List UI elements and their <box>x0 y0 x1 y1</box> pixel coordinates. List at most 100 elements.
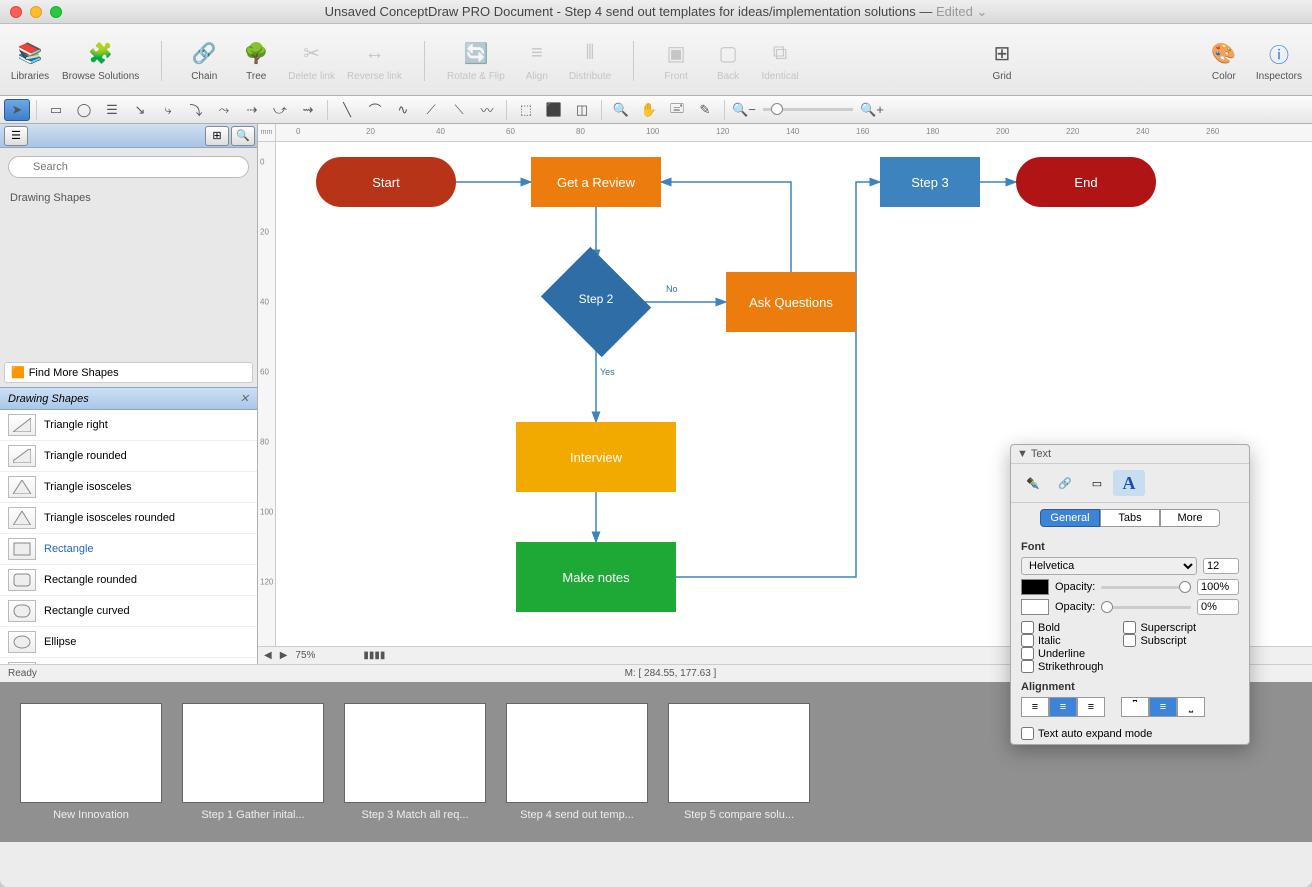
tab-general[interactable]: General <box>1040 509 1100 527</box>
align-middle[interactable]: ≡ <box>1149 697 1177 717</box>
hand-tool[interactable]: ✋ <box>636 99 662 121</box>
connector-tool-7[interactable]: ⇝ <box>295 99 321 121</box>
sidebar-toggle[interactable]: ☰ <box>4 126 28 146</box>
identical-button[interactable]: ⧉Identical <box>760 40 800 82</box>
find-more-shapes-button[interactable]: 🟧 Find More Shapes <box>4 362 253 383</box>
tab-more[interactable]: More <box>1160 509 1220 527</box>
text-inspector[interactable]: ▼ Text ✒️ 🔗 ▭ A General Tabs More Font H… <box>1010 444 1250 745</box>
flowchart-review[interactable]: Get a Review <box>531 157 661 207</box>
palette-header[interactable]: Drawing Shapes ✕ <box>0 387 257 410</box>
link-tab-icon[interactable]: 🔗 <box>1049 470 1081 496</box>
tree-button[interactable]: 🌳Tree <box>236 40 276 82</box>
arc-tool[interactable]: ⌒ <box>362 99 388 121</box>
text-tab-icon[interactable]: A <box>1113 470 1145 496</box>
flowchart-interview[interactable]: Interview <box>516 422 676 492</box>
rect-tool[interactable]: ▭ <box>43 99 69 121</box>
opacity-slider-1[interactable] <box>1101 586 1191 589</box>
eyedropper-tool[interactable]: ✎ <box>692 99 718 121</box>
text-color-swatch[interactable] <box>1021 579 1049 595</box>
inspectors-button[interactable]: ⓘInspectors <box>1256 40 1302 82</box>
flowchart-start[interactable]: Start <box>316 157 456 207</box>
shape-item[interactable]: Triangle isosceles rounded <box>0 503 257 534</box>
connector-tool-1[interactable]: ↘ <box>127 99 153 121</box>
connector-tool-4[interactable]: ⤳ <box>211 99 237 121</box>
zoom-value[interactable]: 75% <box>295 650 315 661</box>
connector-tool-6[interactable]: ⤻ <box>267 99 293 121</box>
tab-tabs[interactable]: Tabs <box>1100 509 1160 527</box>
opacity-value-1[interactable] <box>1197 579 1239 595</box>
zoom-out-button[interactable]: 🔍− <box>731 99 757 121</box>
line-tool[interactable]: ╲ <box>334 99 360 121</box>
zoom-tool[interactable]: 🔍 <box>608 99 634 121</box>
superscript-checkbox[interactable]: Superscript <box>1123 621 1196 634</box>
auto-expand-checkbox[interactable]: Text auto expand mode <box>1021 727 1239 740</box>
color-button[interactable]: 🎨Color <box>1204 40 1244 82</box>
ellipse-tool[interactable]: ◯ <box>71 99 97 121</box>
font-family-select[interactable]: Helvetica <box>1021 557 1197 575</box>
shape-item[interactable]: Ellipse <box>0 627 257 658</box>
back-button[interactable]: ▢Back <box>708 40 748 82</box>
spline-tool[interactable]: 〰 <box>474 99 500 121</box>
font-size-input[interactable] <box>1203 558 1239 574</box>
path-tool[interactable]: ⟋ <box>418 99 444 121</box>
page-thumb[interactable]: Step 3 Match all req... <box>344 703 486 821</box>
connector-tool-3[interactable]: ⤵ <box>183 99 209 121</box>
group-tool-1[interactable]: ⬚ <box>513 99 539 121</box>
shape-item[interactable]: Triangle isosceles <box>0 472 257 503</box>
zoom-icon[interactable] <box>50 6 62 18</box>
page-thumb[interactable]: Step 5 compare solu... <box>668 703 810 821</box>
group-tool-2[interactable]: ⬛ <box>541 99 567 121</box>
reverse-link-button[interactable]: ↔Reverse link <box>347 40 402 82</box>
grid-view-icon[interactable]: ⊞ <box>205 126 229 146</box>
flowchart-ask[interactable]: Ask Questions <box>726 272 856 332</box>
polyline-tool[interactable]: ⟍ <box>446 99 472 121</box>
page-thumb[interactable]: New Innovation <box>20 703 162 821</box>
pointer-tool[interactable]: ➤ <box>4 99 30 121</box>
underline-checkbox[interactable]: Underline <box>1021 647 1103 660</box>
shape-item[interactable]: Rectangle rounded <box>0 565 257 596</box>
rotate-flip-button[interactable]: 🔄Rotate & Flip <box>447 40 505 82</box>
grid-button[interactable]: ⊞Grid <box>982 40 1022 82</box>
align-top[interactable]: ⎴ <box>1121 697 1149 717</box>
align-center[interactable]: ≡ <box>1049 697 1077 717</box>
shape-item[interactable]: Triangle rounded <box>0 441 257 472</box>
connector-tool-2[interactable]: ⤷ <box>155 99 181 121</box>
bold-checkbox[interactable]: Bold <box>1021 621 1103 634</box>
browse-solutions-button[interactable]: 🧩Browse Solutions <box>62 40 139 82</box>
align-button[interactable]: ≡Align <box>517 40 557 82</box>
distribute-button[interactable]: ⫴Distribute <box>569 40 611 82</box>
pen-tab-icon[interactable]: ✒️ <box>1017 470 1049 496</box>
align-bottom[interactable]: ⎵ <box>1177 697 1205 717</box>
group-tool-3[interactable]: ◫ <box>569 99 595 121</box>
libraries-button[interactable]: 📚Libraries <box>10 40 50 82</box>
front-button[interactable]: ▣Front <box>656 40 696 82</box>
shape-item[interactable]: Rectangle curved <box>0 596 257 627</box>
curve-tool[interactable]: ∿ <box>390 99 416 121</box>
close-palette-icon[interactable]: ✕ <box>240 392 249 405</box>
flowchart-end[interactable]: End <box>1016 157 1156 207</box>
text-tool[interactable]: ☰ <box>99 99 125 121</box>
delete-link-button[interactable]: ✂Delete link <box>288 40 335 82</box>
minimize-icon[interactable] <box>30 6 42 18</box>
chain-button[interactable]: 🔗Chain <box>184 40 224 82</box>
page-thumb[interactable]: Step 4 send out temp... <box>506 703 648 821</box>
opacity-value-2[interactable] <box>1197 599 1239 615</box>
align-left[interactable]: ≡ <box>1021 697 1049 717</box>
align-right[interactable]: ≡ <box>1077 697 1105 717</box>
stamp-tool[interactable]: 🖃 <box>664 99 690 121</box>
flowchart-step3[interactable]: Step 3 <box>880 157 980 207</box>
close-icon[interactable] <box>10 6 22 18</box>
shape-item[interactable]: Parallelogram <box>0 658 257 664</box>
bg-color-swatch[interactable] <box>1021 599 1049 615</box>
strikethrough-checkbox[interactable]: Strikethrough <box>1021 660 1103 673</box>
scroll-right-icon[interactable]: ▶ <box>280 650 288 661</box>
shape-item-selected[interactable]: Rectangle <box>0 534 257 565</box>
subscript-checkbox[interactable]: Subscript <box>1123 634 1196 647</box>
scroll-left-icon[interactable]: ◀ <box>264 650 272 661</box>
opacity-slider-2[interactable] <box>1101 606 1191 609</box>
search-input[interactable] <box>8 156 249 178</box>
zoom-slider[interactable] <box>763 108 853 111</box>
shape-item[interactable]: Triangle right <box>0 410 257 441</box>
flowchart-makenotes[interactable]: Make notes <box>516 542 676 612</box>
italic-checkbox[interactable]: Italic <box>1021 634 1103 647</box>
